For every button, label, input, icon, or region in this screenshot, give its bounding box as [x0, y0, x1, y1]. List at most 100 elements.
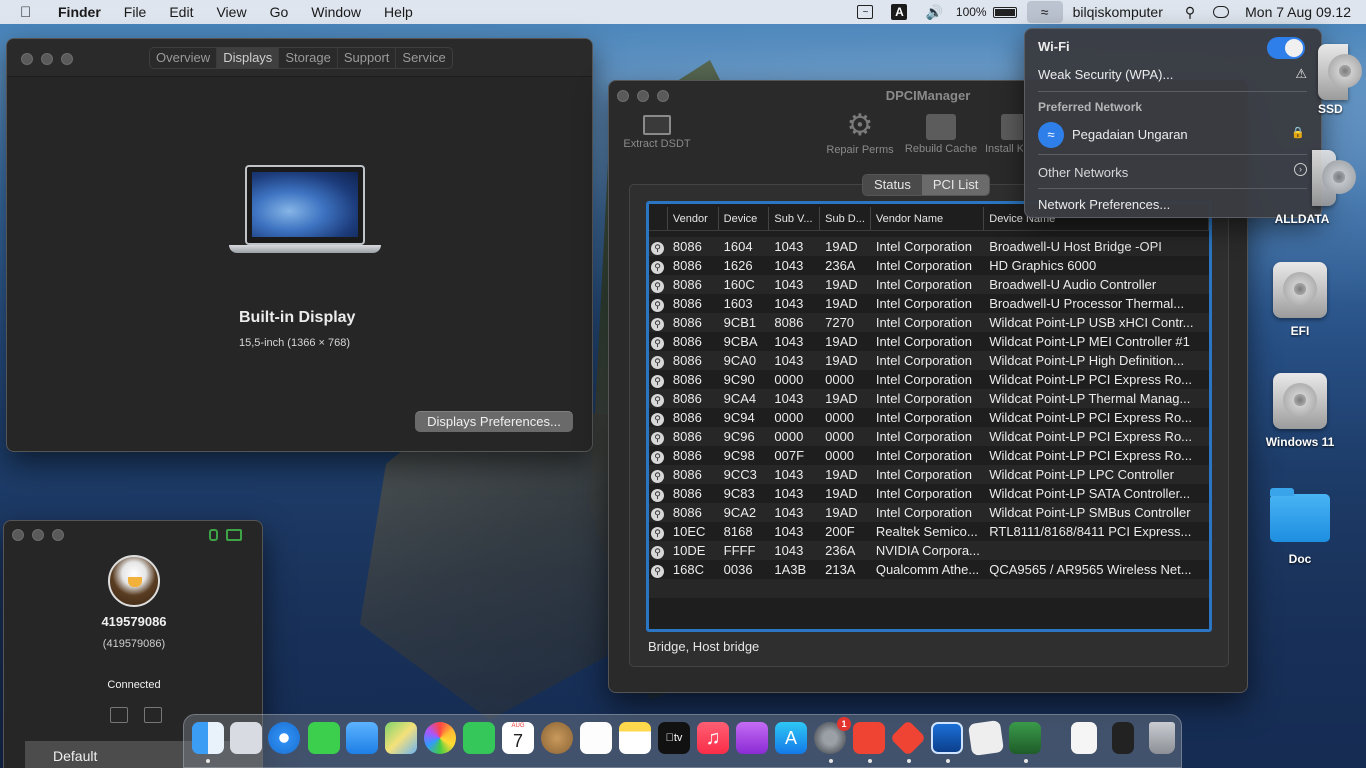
network-item-pegadaian[interactable]: ≈ Pegadaian Ungaran 🔒 — [1038, 122, 1307, 148]
table-row[interactable]: ⚲ 8086 9CB1 8086 7270 Intel Corporation Wildca… — [649, 313, 1209, 332]
input-source-icon[interactable]: A — [891, 4, 908, 20]
user-name[interactable]: bilqiskomputer — [1073, 0, 1163, 24]
dock-launchpad-icon[interactable] — [230, 722, 262, 754]
dock-intel-power-gadget-icon[interactable] — [931, 722, 963, 754]
zoom-button[interactable] — [61, 53, 73, 65]
menu-window[interactable]: Window — [311, 4, 361, 20]
tab-pci-list[interactable]: PCI List — [921, 175, 990, 195]
desktop-icon-ssd[interactable]: SSD — [1292, 44, 1362, 116]
dock-photos-icon[interactable] — [424, 722, 456, 754]
menu-file[interactable]: File — [124, 4, 147, 20]
wifi-menu-button[interactable]: ≈ — [1026, 1, 1063, 23]
dock-tv-icon[interactable]: tv — [658, 722, 690, 754]
menu-help[interactable]: Help — [384, 4, 413, 20]
dock-terminal-app-icon[interactable] — [1112, 722, 1134, 754]
volume-icon[interactable]: 🔊 — [925, 0, 942, 24]
apple-icon[interactable]:  — [20, 4, 40, 21]
dock-facetime-icon[interactable] — [463, 722, 495, 754]
zoom-button[interactable] — [52, 529, 64, 541]
tab-storage[interactable]: Storage — [279, 48, 338, 68]
magnifier-icon: ⚲ — [651, 546, 664, 559]
tab-status[interactable]: Status — [863, 175, 922, 195]
table-row[interactable]: ⚲ 8086 9CA0 1043 19AD Intel Corporation Wildca… — [649, 351, 1209, 370]
table-row[interactable]: ⚲ 10EC 8168 1043 200F Realtek Semico... RTL811… — [649, 522, 1209, 541]
dock-mail-icon[interactable] — [346, 722, 378, 754]
table-row[interactable]: ⚲ 8086 9C90 0000 0000 Intel Corporation Wildca… — [649, 370, 1209, 389]
menu-view[interactable]: View — [216, 4, 246, 20]
menu-app-finder[interactable]: Finder — [58, 4, 101, 20]
rebuild-cache-button[interactable]: Rebuild Cache — [901, 111, 981, 155]
column-device[interactable]: Device — [719, 207, 770, 230]
dock-document-icon[interactable] — [1071, 722, 1097, 754]
column-sub-vendor[interactable]: Sub V... — [769, 207, 821, 230]
table-row[interactable]: ⚲ 8086 1626 1043 236A Intel Corporation HD Gra… — [649, 256, 1209, 275]
table-row[interactable]: ⚲ 10DE FFFF 1043 236A NVIDIA Corpora... — [649, 541, 1209, 560]
column-sub-device[interactable]: Sub D... — [820, 207, 871, 230]
desktop-icon-doc[interactable]: Doc — [1262, 488, 1338, 566]
desktop-icon-alldata[interactable]: ALLDATA — [1262, 150, 1356, 226]
dock-system-information-icon[interactable] — [1009, 722, 1041, 754]
column-vendor[interactable]: Vendor — [668, 207, 719, 230]
menu-go[interactable]: Go — [270, 4, 289, 20]
tab-displays[interactable]: Displays — [217, 48, 280, 68]
weak-security-item[interactable]: Weak Security (WPA)... ⚠ — [1038, 66, 1307, 82]
minimize-button[interactable] — [41, 53, 53, 65]
dock-anydesk-icon[interactable] — [853, 722, 885, 754]
table-row[interactable]: ⚲ 8086 9C98 007F 0000 Intel Corporation Wildca… — [649, 446, 1209, 465]
package-icon — [1001, 114, 1023, 140]
spotlight-search-icon[interactable]: ⚲ — [1185, 0, 1195, 24]
dock-app-store-icon[interactable]: A — [775, 722, 807, 754]
dock-trash-icon[interactable] — [1149, 722, 1175, 754]
table-row[interactable]: ⚲ 8086 9CA4 1043 19AD Intel Corporation Wildca… — [649, 389, 1209, 408]
activity-chart-icon[interactable]: ~ — [857, 5, 874, 19]
tab-overview[interactable]: Overview — [150, 48, 218, 68]
dock-anydesk-2-icon[interactable] — [889, 719, 927, 757]
control-center-icon[interactable] — [1213, 6, 1230, 18]
table-row[interactable]: ⚲ 8086 9CC3 1043 19AD Intel Corporation Wildca… — [649, 465, 1209, 484]
column-vendor-name[interactable]: Vendor Name — [871, 207, 985, 230]
repair-perms-button[interactable]: ⚙ Repair Perms — [823, 111, 897, 157]
desktop-icon-windows11[interactable]: Windows 11 — [1252, 373, 1348, 449]
chat-icon[interactable] — [144, 707, 162, 723]
minimize-button[interactable] — [32, 529, 44, 541]
tab-service[interactable]: Service — [396, 48, 451, 68]
dock-safari-icon[interactable] — [268, 722, 300, 754]
dock-calendar-icon[interactable]: AUG 7 — [502, 722, 534, 754]
table-row[interactable]: ⚲ 8086 1604 1043 19AD Intel Corporation Broadw… — [649, 237, 1209, 256]
table-row[interactable]: ⚲ 8086 9C96 0000 0000 Intel Corporation Wildca… — [649, 427, 1209, 446]
info-icon: ⚲ — [649, 389, 668, 408]
close-button[interactable] — [21, 53, 33, 65]
tab-support[interactable]: Support — [338, 48, 397, 68]
dock-music-icon[interactable]: ♫ — [697, 722, 729, 754]
close-button[interactable] — [12, 529, 24, 541]
table-row[interactable]: ⚲ 8086 9C83 1043 19AD Intel Corporation Wildca… — [649, 484, 1209, 503]
cell-device-name: Wildcat Point-LP PCI Express Ro... — [989, 372, 1193, 387]
table-row[interactable]: ⚲ 8086 9CA2 1043 19AD Intel Corporation Wildca… — [649, 503, 1209, 522]
dock-notes-icon[interactable] — [619, 722, 651, 754]
menu-clock[interactable]: Mon 7 Aug 09.12 — [1245, 0, 1351, 24]
battery-icon[interactable] — [992, 6, 1017, 18]
dock-maps-icon[interactable] — [385, 722, 417, 754]
file-transfer-icon[interactable] — [110, 707, 128, 723]
dock-system-preferences-icon[interactable]: 1 — [814, 717, 851, 754]
disk-icon — [926, 114, 956, 140]
table-row[interactable]: ⚲ 168C 0036 1A3B 213A Qualcomm Athe... QCA9565… — [649, 560, 1209, 579]
dock-podcasts-icon[interactable] — [736, 722, 768, 754]
table-row[interactable]: ⚲ 8086 9C94 0000 0000 Intel Corporation Wildca… — [649, 408, 1209, 427]
info-icon: ⚲ — [649, 465, 668, 484]
table-row[interactable]: ⚲ 8086 1603 1043 19AD Intel Corporation Broadw… — [649, 294, 1209, 313]
cell-vendor-name: Realtek Semico... — [875, 524, 978, 539]
dock-messages-icon[interactable] — [308, 722, 340, 754]
dock-script-editor-icon[interactable] — [967, 719, 1005, 757]
install-kext-button[interactable]: Install Kext — [985, 111, 1023, 155]
displays-preferences-button[interactable]: Displays Preferences... — [415, 411, 573, 432]
menu-edit[interactable]: Edit — [169, 4, 193, 20]
dock-contacts-icon[interactable] — [541, 722, 573, 754]
extract-dsdt-button[interactable]: Extract DSDT — [615, 111, 699, 150]
table-row[interactable]: ⚲ 8086 9CBA 1043 19AD Intel Corporation Wildca… — [649, 332, 1209, 351]
dock-reminders-icon[interactable] — [580, 722, 612, 754]
pci-table[interactable]: Vendor Device Sub V... Sub D... Vendor N… — [646, 201, 1212, 632]
desktop-icon-efi[interactable]: EFI — [1262, 262, 1338, 338]
table-row[interactable]: ⚲ 8086 160C 1043 19AD Intel Corporation Broadw… — [649, 275, 1209, 294]
dock-finder-icon[interactable] — [192, 722, 224, 754]
